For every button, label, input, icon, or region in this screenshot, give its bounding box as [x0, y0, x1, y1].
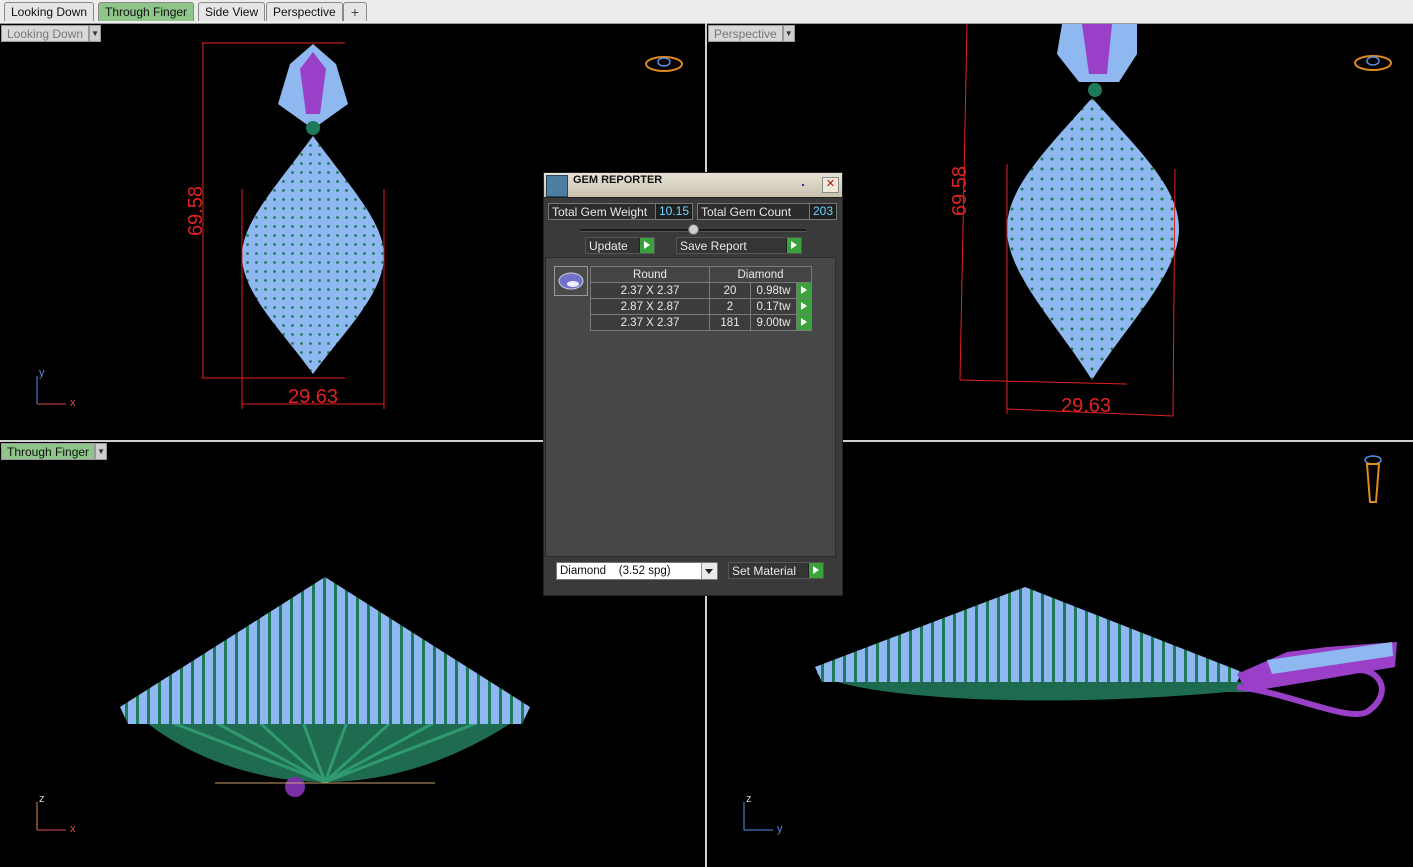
ring-orientation-icon [645, 56, 683, 72]
ring-orientation-icon [1354, 55, 1392, 71]
width-dimension-label: 29.63 [288, 386, 338, 408]
svg-text:x: x [70, 823, 76, 835]
tab-through-finger[interactable]: Through Finger [98, 2, 195, 21]
material-select[interactable]: Diamond (3.52 spg) [556, 562, 718, 580]
close-icon[interactable]: ✕ [822, 177, 839, 193]
table-row[interactable]: 2.87 X 2.87 2 0.17tw [590, 298, 812, 315]
slider-knob[interactable] [688, 224, 699, 235]
tab-perspective[interactable]: Perspective [266, 2, 343, 21]
table-header-shape: Round [590, 266, 710, 283]
tab-side-view[interactable]: Side View [198, 2, 266, 21]
total-gem-weight: Total Gem Weight 10.15 [548, 203, 693, 220]
save-report-button[interactable]: Save Report [676, 237, 802, 254]
axis-gizmo: z y [743, 793, 783, 835]
dialog-title: GEM REPORTER [573, 174, 663, 186]
svg-text:z: z [39, 793, 45, 805]
gem-pave-profile [120, 577, 530, 724]
bail-cluster [1057, 24, 1137, 97]
svg-text:y: y [39, 367, 45, 379]
table-row[interactable]: 2.37 X 2.37 181 9.00tw [590, 314, 812, 331]
bail-cluster [278, 44, 348, 135]
dialog-title-bar[interactable]: GEM REPORTER ✕ [544, 173, 842, 198]
chevron-down-icon[interactable] [701, 563, 717, 579]
add-tab-button[interactable]: + [343, 2, 367, 21]
axis-gizmo: z x [36, 793, 76, 835]
width-dimension-label: 29.63 [1061, 395, 1111, 417]
chevron-down-icon[interactable]: ▼ [95, 443, 108, 460]
play-arrow-icon [639, 238, 654, 253]
tab-looking-down[interactable]: Looking Down [4, 2, 95, 21]
set-material-button[interactable]: Set Material [728, 562, 824, 579]
table-row[interactable]: 2.37 X 2.37 20 0.98tw [590, 282, 812, 299]
pendant-leaf-body [242, 136, 384, 374]
row-select-arrow-icon[interactable] [796, 314, 812, 331]
ring-orientation-icon [1364, 455, 1382, 503]
update-button[interactable]: Update [585, 237, 655, 254]
chevron-down-icon[interactable]: ▼ [782, 25, 795, 42]
gem-reporter-dialog: GEM REPORTER ✕ Total Gem Weight 10.15 To… [543, 172, 843, 596]
gem-reporter-icon [546, 175, 568, 197]
round-gem-icon[interactable] [554, 266, 588, 296]
gem-table: Round Diamond 2.37 X 2.37 20 0.98tw 2.87… [590, 266, 812, 331]
axis-gizmo: y x [36, 367, 76, 409]
total-gem-count-value: 203 [808, 204, 836, 219]
plus-icon: + [350, 4, 360, 20]
table-header-material: Diamond [709, 266, 812, 283]
status-dot [802, 184, 804, 186]
chevron-down-icon[interactable]: ▼ [89, 25, 102, 42]
total-gem-count: Total Gem Count 203 [697, 203, 837, 220]
viewport-label-perspective[interactable]: Perspective ▼ [708, 25, 795, 42]
play-arrow-icon [786, 238, 801, 253]
svg-text:z: z [746, 793, 752, 805]
gem-pave-profile [815, 587, 1242, 682]
svg-text:x: x [70, 397, 76, 409]
row-select-arrow-icon[interactable] [796, 298, 812, 315]
svg-text:y: y [777, 823, 783, 835]
viewport-label-looking-down[interactable]: Looking Down ▼ [1, 25, 102, 42]
splitter-slider[interactable] [580, 224, 806, 235]
total-gem-weight-value: 10.15 [654, 204, 692, 219]
height-dimension-label: 69.58 [949, 166, 971, 216]
view-tab-bar: Looking Down Through Finger Side View Pe… [0, 0, 1413, 24]
gem-list-panel: Round Diamond 2.37 X 2.37 20 0.98tw 2.87… [545, 257, 836, 557]
viewport-label-through-finger[interactable]: Through Finger ▼ [1, 443, 108, 460]
height-dimension-label: 69.58 [185, 186, 207, 236]
play-arrow-icon [808, 563, 823, 578]
pendant-leaf-body [1007, 98, 1179, 380]
row-select-arrow-icon[interactable] [796, 282, 812, 299]
